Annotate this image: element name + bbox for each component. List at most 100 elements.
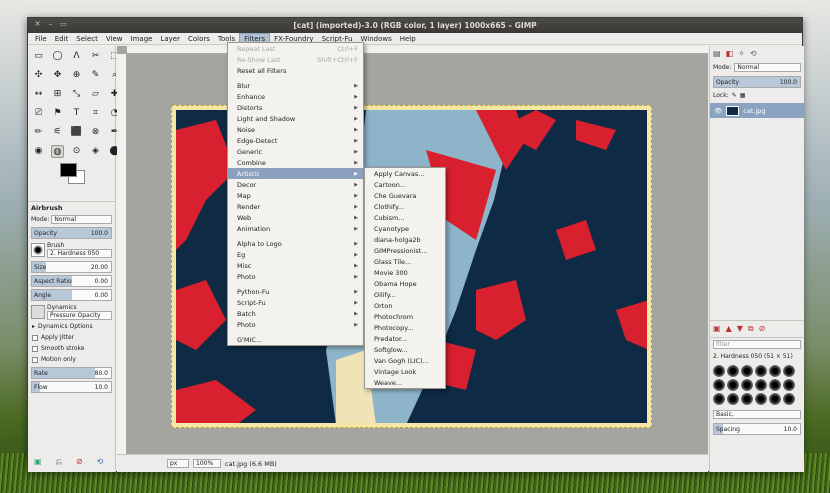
- tool-icon[interactable]: ✥: [51, 69, 64, 82]
- smooth-stroke-checkbox[interactable]: Smooth stroke: [28, 343, 115, 354]
- brush-swatch[interactable]: [727, 379, 739, 391]
- tool-icon[interactable]: ✂: [89, 50, 102, 63]
- filters-item-combine[interactable]: Combine ▶: [228, 157, 363, 168]
- tool-icon[interactable]: ⎚: [32, 107, 45, 120]
- tool-icon[interactable]: ⊕: [70, 69, 83, 82]
- artistic-item-apply-canvas[interactable]: Apply Canvas...: [365, 168, 445, 179]
- filters-item-alpha-to-logo[interactable]: Alpha to Logo ▶: [228, 238, 363, 249]
- close-icon[interactable]: ✕: [33, 20, 42, 29]
- filters-item-batch[interactable]: Batch ▶: [228, 308, 363, 319]
- tool-icon[interactable]: ⚟: [51, 126, 64, 139]
- horizontal-ruler[interactable]: [127, 46, 708, 54]
- dynamics-options-expander[interactable]: ▸ Dynamics Options: [28, 321, 115, 332]
- menu-edit[interactable]: Edit: [51, 33, 73, 45]
- brush-swatch[interactable]: [755, 365, 767, 377]
- artistic-item-softglow[interactable]: Softglow...: [365, 344, 445, 355]
- zoom-select[interactable]: 100%: [193, 459, 221, 468]
- artistic-item-cyanotype[interactable]: Cyanotype: [365, 223, 445, 234]
- brush-swatch[interactable]: [783, 379, 795, 391]
- filters-item-blur[interactable]: Blur ▶: [228, 80, 363, 91]
- brush-swatch[interactable]: [755, 379, 767, 391]
- tool-icon[interactable]: ⊙: [70, 145, 83, 158]
- tool-icon[interactable]: ✏: [32, 126, 45, 139]
- filters-item-re-show-last[interactable]: Re-Show Last Shift+Ctrl+F: [228, 54, 363, 65]
- artistic-item-glass-tile[interactable]: Glass Tile...: [365, 256, 445, 267]
- brush-swatch[interactable]: [783, 365, 795, 377]
- lock-alpha-icon[interactable]: ▦: [740, 92, 746, 99]
- filters-item-noise[interactable]: Noise ▶: [228, 124, 363, 135]
- artistic-item-van-gogh-lic[interactable]: Van Gogh (LIC)...: [365, 355, 445, 366]
- maximize-icon[interactable]: ▭: [59, 20, 68, 29]
- mode-select[interactable]: Normal: [51, 215, 112, 224]
- filters-item-render[interactable]: Render ▶: [228, 201, 363, 212]
- artistic-item-che-guevara[interactable]: Che Guevara: [365, 190, 445, 201]
- brush-swatch[interactable]: [741, 393, 753, 405]
- channels-tab-icon[interactable]: ◧: [726, 49, 734, 58]
- tool-icon[interactable]: ⴷ: [70, 50, 83, 63]
- paths-tab-icon[interactable]: ✧: [738, 49, 745, 58]
- menu-select[interactable]: Select: [72, 33, 102, 45]
- tool-icon[interactable]: ⬛: [70, 126, 83, 139]
- brush-swatch[interactable]: [727, 365, 739, 377]
- lock-pixels-icon[interactable]: ✎: [732, 92, 737, 99]
- rate-slider[interactable]: Rate 80.0: [31, 367, 112, 379]
- brush-swatch[interactable]: [727, 393, 739, 405]
- filters-item-g-mic[interactable]: G'MIC...: [228, 334, 363, 345]
- tool-icon[interactable]: ◍: [51, 145, 64, 158]
- delete-layer-icon[interactable]: ⊘: [759, 324, 766, 334]
- layer-opacity-slider[interactable]: Opacity 100.0: [713, 76, 801, 88]
- menu-help[interactable]: Help: [396, 33, 420, 45]
- filters-item-generic[interactable]: Generic ▶: [228, 146, 363, 157]
- menu-file[interactable]: File: [31, 33, 51, 45]
- filters-item-map[interactable]: Map ▶: [228, 190, 363, 201]
- tool-icon[interactable]: ◈: [89, 145, 102, 158]
- filters-item-edge-detect[interactable]: Edge-Detect ▶: [228, 135, 363, 146]
- raise-layer-icon[interactable]: ▲: [726, 324, 732, 334]
- layers-tab-icon[interactable]: ▤: [713, 49, 721, 58]
- filters-item-reset-all-filters[interactable]: Reset all Filters: [228, 65, 363, 76]
- artistic-item-cubism[interactable]: Cubism...: [365, 212, 445, 223]
- artistic-item-orton[interactable]: Orton: [365, 300, 445, 311]
- artistic-item-vintage-look[interactable]: Vintage Look: [365, 366, 445, 377]
- brush-preset-select[interactable]: Basic,: [713, 410, 801, 419]
- new-layer-icon[interactable]: ▣: [713, 324, 721, 334]
- tool-icon[interactable]: ⚑: [51, 107, 64, 120]
- artistic-item-weave[interactable]: Weave...: [365, 377, 445, 388]
- opacity-slider[interactable]: Opacity 100.0: [31, 227, 112, 239]
- menu-image[interactable]: Image: [127, 33, 157, 45]
- dynamics-icon[interactable]: [31, 305, 45, 319]
- tool-icon[interactable]: T: [70, 107, 83, 120]
- filters-item-animation[interactable]: Animation ▶: [228, 223, 363, 234]
- brush-swatch[interactable]: [713, 365, 725, 377]
- duplicate-layer-icon[interactable]: ⧉: [748, 324, 754, 334]
- tool-icon[interactable]: ◉: [32, 145, 45, 158]
- angle-slider[interactable]: Angle 0.00: [31, 289, 112, 301]
- filters-item-distorts[interactable]: Distorts ▶: [228, 102, 363, 113]
- filters-item-web[interactable]: Web ▶: [228, 212, 363, 223]
- filters-item-artistic[interactable]: Artistic ▶: [228, 168, 363, 179]
- artistic-item-gimpressionist[interactable]: GIMPressionist...: [365, 245, 445, 256]
- brush-select[interactable]: 2. Hardness 050: [47, 249, 112, 258]
- unit-select[interactable]: px: [167, 459, 189, 468]
- tool-icon[interactable]: ▭: [32, 50, 45, 63]
- size-slider[interactable]: Size 20.00: [31, 261, 112, 273]
- filters-item-photo[interactable]: Photo ▶: [228, 271, 363, 282]
- tool-icon[interactable]: ⊗: [89, 126, 102, 139]
- flow-slider[interactable]: Flow 10.0: [31, 381, 112, 393]
- brush-swatch[interactable]: [769, 379, 781, 391]
- tool-icon[interactable]: ↔: [32, 88, 45, 101]
- foreground-color[interactable]: [60, 163, 77, 177]
- tool-icon[interactable]: ✣: [32, 69, 45, 82]
- filters-item-python-fu[interactable]: Python-Fu ▶: [228, 286, 363, 297]
- artistic-item-oilify[interactable]: Oilify...: [365, 289, 445, 300]
- undo-tab-icon[interactable]: ⟲: [750, 49, 757, 58]
- brush-swatch[interactable]: [741, 379, 753, 391]
- layer-item[interactable]: 👁 cat.jpg: [710, 103, 804, 118]
- tool-icon[interactable]: ✎: [89, 69, 102, 82]
- tool-icon[interactable]: ▱: [89, 88, 102, 101]
- brush-filter-input[interactable]: filter: [713, 340, 801, 349]
- spacing-slider[interactable]: Spacing 10.0: [713, 423, 801, 435]
- filters-item-repeat-last[interactable]: Repeat Last Ctrl+F: [228, 43, 363, 54]
- minimize-icon[interactable]: –: [46, 20, 55, 29]
- tool-icon[interactable]: ⤡: [70, 88, 83, 101]
